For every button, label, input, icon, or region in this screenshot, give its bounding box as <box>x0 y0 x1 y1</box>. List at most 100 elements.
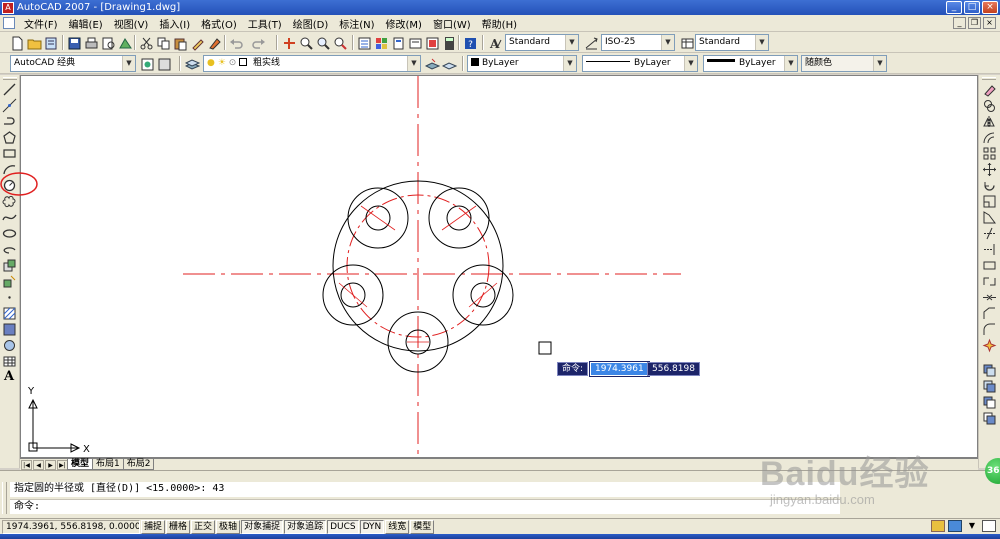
explode-icon[interactable] <box>982 338 997 353</box>
join-icon[interactable] <box>982 290 997 305</box>
tool-palettes-icon[interactable] <box>390 35 405 50</box>
hatch-icon[interactable] <box>2 306 17 321</box>
cut-icon[interactable] <box>138 35 153 50</box>
menu-file[interactable]: 文件(F) <box>19 16 64 31</box>
fillet-icon[interactable] <box>982 322 997 337</box>
polar-toggle[interactable]: 极轴 <box>216 519 241 534</box>
chevron-down-icon[interactable]: ▼ <box>755 35 768 50</box>
tab-layout1[interactable]: 布局1 <box>92 459 124 470</box>
text-style-icon[interactable]: A <box>487 35 502 51</box>
region-icon[interactable] <box>2 338 17 353</box>
doc-restore-button[interactable]: ❐ <box>968 17 981 29</box>
lock-icon[interactable] <box>931 520 945 532</box>
bring-above-icon[interactable] <box>982 411 997 426</box>
match-properties-icon[interactable] <box>189 35 204 51</box>
move-icon[interactable] <box>982 162 997 177</box>
chevron-down-icon[interactable]: ▼ <box>965 520 979 532</box>
gradient-icon[interactable] <box>2 322 17 337</box>
chevron-down-icon[interactable]: ▼ <box>684 56 697 71</box>
sheet-set-manager-icon[interactable] <box>407 35 422 50</box>
polyline-icon[interactable] <box>2 114 17 129</box>
paste-icon[interactable] <box>172 35 187 51</box>
next-tab-button[interactable]: ▶ <box>45 459 56 470</box>
lineweight-combo[interactable]: ByLayer ▼ <box>703 55 798 72</box>
command-prompt[interactable]: 命令: <box>10 499 840 514</box>
minimize-button[interactable]: _ <box>946 1 962 14</box>
array-icon[interactable] <box>982 146 997 161</box>
copy-object-icon[interactable] <box>982 98 997 113</box>
plot-style-combo[interactable]: 随颜色 ▼ <box>801 55 887 72</box>
chevron-down-icon[interactable]: ▼ <box>122 56 135 71</box>
otrack-toggle[interactable]: 对象追踪 <box>284 519 327 534</box>
zoom-realtime-icon[interactable] <box>298 35 313 50</box>
prev-tab-button[interactable]: ◀ <box>33 459 44 470</box>
trim-icon[interactable] <box>982 226 997 241</box>
make-current-layer-icon[interactable] <box>424 56 440 71</box>
block-editor-icon[interactable] <box>206 35 221 50</box>
chevron-down-icon[interactable]: ▼ <box>565 35 578 50</box>
chevron-down-icon[interactable]: ▼ <box>563 56 576 71</box>
markup-manager-icon[interactable] <box>424 35 439 50</box>
coordinate-display[interactable]: 1974.3961, 556.8198, 0.0000 <box>2 519 140 534</box>
erase-icon[interactable] <box>982 82 997 97</box>
ellipse-icon[interactable] <box>2 226 17 241</box>
menu-edit[interactable]: 编辑(E) <box>64 16 109 31</box>
dyn-toggle[interactable]: DYN <box>359 519 385 534</box>
zoom-previous-icon[interactable] <box>332 35 347 50</box>
pitch-circle[interactable] <box>346 194 490 338</box>
table-style-combo[interactable]: Standard ▼ <box>695 34 769 51</box>
doc-close-button[interactable]: × <box>983 17 996 29</box>
linetype-combo[interactable]: ByLayer ▼ <box>582 55 698 72</box>
multiline-text-icon[interactable]: A <box>4 369 14 384</box>
sheet-set-icon[interactable] <box>43 35 58 50</box>
menu-draw[interactable]: 绘图(D) <box>288 16 335 31</box>
communication-center-icon[interactable] <box>948 520 962 532</box>
dynamic-input-y-field[interactable]: 556.8198 <box>647 362 700 376</box>
text-style-combo[interactable]: Standard ▼ <box>505 34 579 51</box>
maximize-button[interactable]: □ <box>964 1 980 14</box>
rotate-icon[interactable] <box>982 178 997 193</box>
osnap-toggle[interactable]: 对象捕捉 <box>241 519 284 534</box>
document-icon[interactable] <box>3 17 15 29</box>
sun-icon[interactable]: ☀ <box>218 58 226 68</box>
stretch-icon[interactable] <box>982 210 997 225</box>
undo-icon[interactable] <box>228 35 243 50</box>
chevron-down-icon[interactable]: ▼ <box>784 56 797 71</box>
acad-icon[interactable]: A <box>2 1 14 14</box>
properties-icon[interactable] <box>356 35 371 50</box>
menu-view[interactable]: 视图(V) <box>109 16 155 31</box>
help-icon[interactable]: ? <box>462 35 477 50</box>
unlock-icon[interactable]: ⊙ <box>229 58 237 68</box>
layer-previous-icon[interactable] <box>441 56 457 71</box>
tab-layout2[interactable]: 布局2 <box>122 459 155 470</box>
design-center-icon[interactable] <box>373 35 388 50</box>
clean-screen-icon[interactable] <box>982 520 996 532</box>
publish-icon[interactable] <box>117 35 132 50</box>
drawing-svg[interactable]: Y X <box>21 76 978 458</box>
chevron-down-icon[interactable]: ▼ <box>661 35 674 50</box>
close-button[interactable]: × <box>982 1 998 14</box>
calculator-icon[interactable] <box>441 35 456 50</box>
offset-icon[interactable] <box>982 130 997 145</box>
dim-style-icon[interactable] <box>583 35 598 50</box>
copy-icon[interactable] <box>155 35 170 50</box>
dim-style-combo[interactable]: ISO-25 ▼ <box>601 34 675 51</box>
open-icon[interactable] <box>26 35 42 50</box>
tab-model[interactable]: 模型 <box>67 459 94 470</box>
first-tab-button[interactable]: |◀ <box>21 459 32 470</box>
chevron-down-icon[interactable]: ▼ <box>873 56 886 71</box>
insert-block-icon[interactable] <box>2 258 17 273</box>
ortho-toggle[interactable]: 正交 <box>191 519 216 534</box>
table-icon[interactable] <box>2 354 17 369</box>
zoom-window-icon[interactable] <box>315 35 330 50</box>
chamfer-icon[interactable] <box>982 306 997 321</box>
extend-icon[interactable] <box>982 242 997 257</box>
menu-format[interactable]: 格式(O) <box>196 16 243 31</box>
menu-dimension[interactable]: 标注(N) <box>334 16 380 31</box>
spline-icon[interactable] <box>2 210 17 225</box>
ellipse-arc-icon[interactable] <box>2 242 17 257</box>
menu-modify[interactable]: 修改(M) <box>381 16 428 31</box>
ducs-toggle[interactable]: DUCS <box>327 519 359 534</box>
lightbulb-icon[interactable]: ● <box>207 58 215 68</box>
menu-tools[interactable]: 工具(T) <box>243 16 288 31</box>
